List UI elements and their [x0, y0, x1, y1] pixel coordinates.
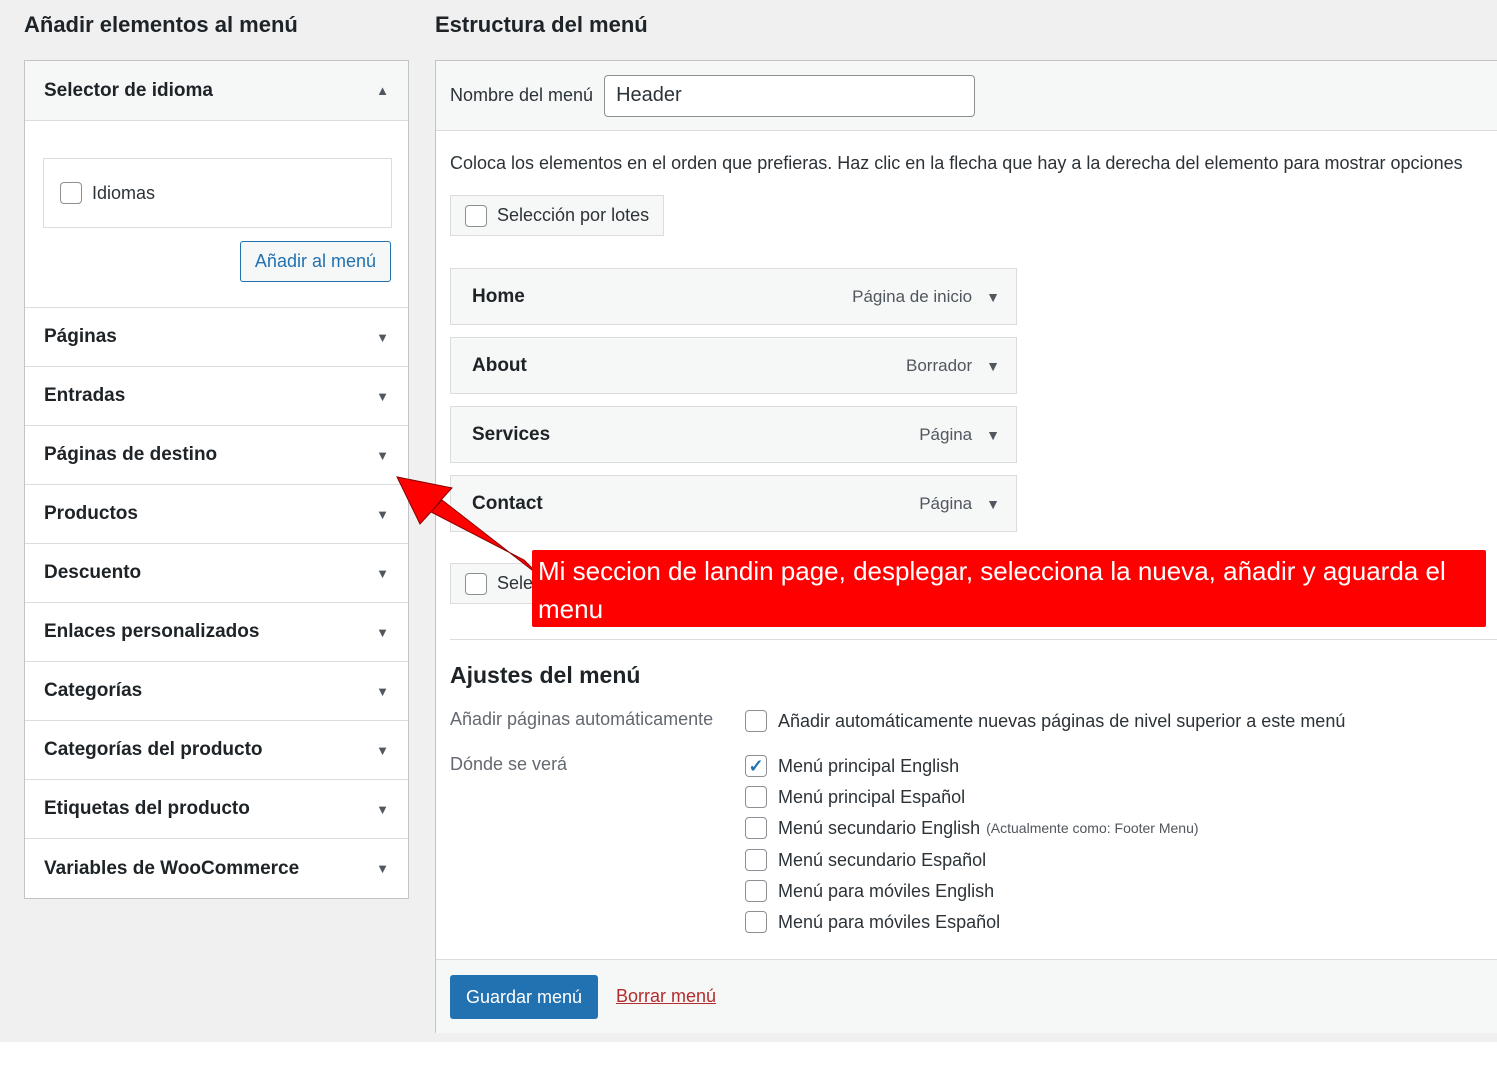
admin-canvas: Añadir elementos al menú Estructura del …	[0, 0, 1497, 1042]
annotation-callout: Mi seccion de landin page, desplegar, se…	[532, 550, 1486, 627]
annotation-arrow	[396, 476, 542, 578]
